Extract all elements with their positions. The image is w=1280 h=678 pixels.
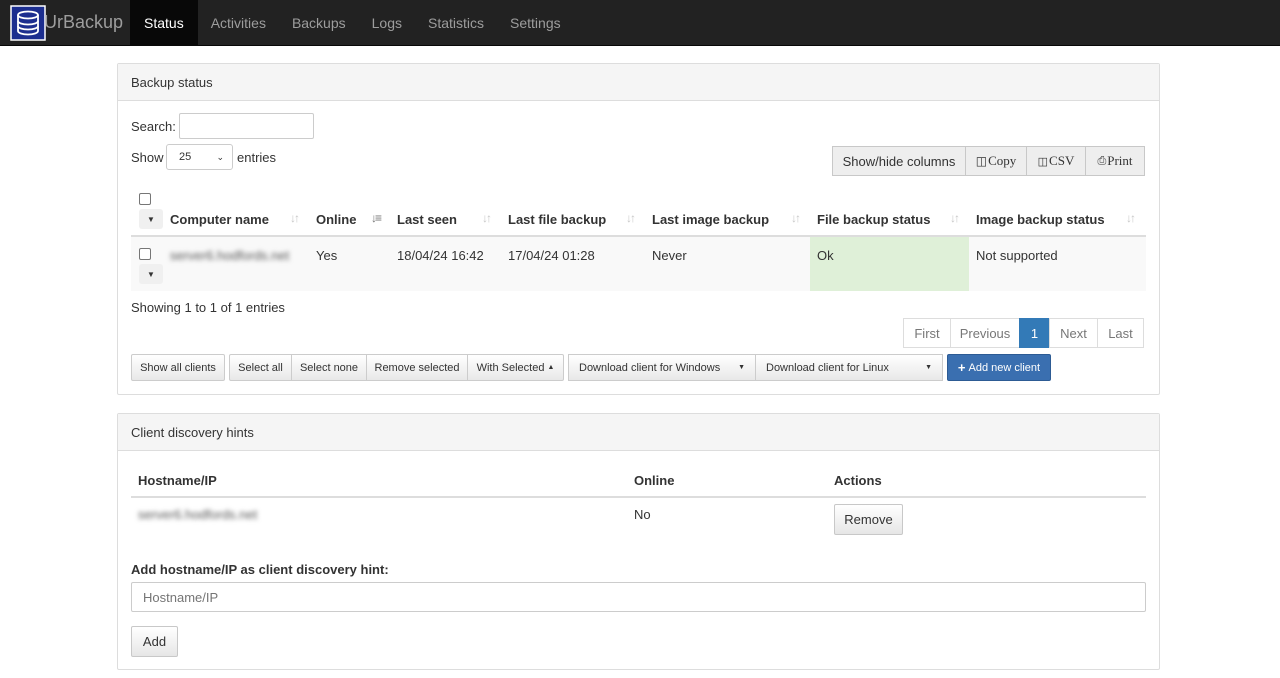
download-windows-dropdown[interactable]: Download client for Windows ▼ — [568, 354, 756, 381]
column-header-last-file-backup[interactable]: Last file backup — [508, 212, 606, 227]
search-label: Search: — [131, 119, 176, 134]
pager-first[interactable]: First — [903, 318, 951, 348]
chevron-down-icon: ⌄ — [216, 151, 224, 162]
table-info: Showing 1 to 1 of 1 entries — [131, 300, 285, 315]
pagination: First Previous 1 Next Last — [903, 318, 1144, 348]
file-backup-status-cell: Ok — [817, 248, 834, 263]
csv-label: CSV — [1049, 153, 1075, 168]
computer-name-cell[interactable]: server6.hodfords.net — [170, 248, 289, 263]
select-all-checkbox[interactable] — [139, 193, 151, 205]
page-length-value: 25 — [179, 151, 192, 163]
sort-icon[interactable]: ↓↑ — [950, 211, 960, 225]
column-header-actions: Actions — [834, 473, 882, 488]
print-label: Print — [1107, 153, 1133, 168]
row-checkbox[interactable] — [139, 248, 151, 260]
row-expand-toggle[interactable]: ▼ — [139, 264, 163, 284]
print-button[interactable]: ⎙ Print — [1085, 146, 1145, 176]
caret-up-icon: ▲ — [547, 364, 555, 371]
panel-title: Backup status — [118, 64, 1159, 101]
nav-statistics[interactable]: Statistics — [415, 0, 497, 45]
nav-settings[interactable]: Settings — [497, 0, 574, 45]
add-hint-button[interactable]: Add — [131, 626, 178, 657]
with-selected-dropdown[interactable]: With Selected ▲ — [467, 354, 564, 381]
sort-icon[interactable]: ↓↑ — [626, 211, 636, 225]
csv-button[interactable]: ◫ CSV — [1026, 146, 1086, 176]
page-length-select[interactable]: 25 ⌄ — [166, 144, 233, 170]
copy-icon: ◫ — [975, 153, 988, 168]
download-linux-label: Download client for Linux — [766, 361, 889, 374]
plus-icon: + — [957, 360, 966, 375]
last-seen-cell: 18/04/24 16:42 — [397, 248, 484, 263]
add-new-client-label: Add new client — [968, 361, 1041, 374]
backup-status-panel: Backup status Search: Show 25 ⌄ entries … — [117, 63, 1160, 395]
panel-title: Client discovery hints — [118, 414, 1159, 451]
client-discovery-panel: Client discovery hints Hostname/IP Onlin… — [117, 413, 1160, 670]
pager-next[interactable]: Next — [1049, 318, 1098, 348]
printer-icon: ⎙ — [1097, 154, 1107, 167]
export-button-group: Show/hide columns ◫ Copy ◫ CSV ⎙ Print — [832, 146, 1145, 176]
brand-name: UrBackup — [44, 12, 124, 32]
caret-down-icon: ▼ — [738, 364, 745, 371]
expand-all-toggle[interactable]: ▼ — [139, 209, 163, 229]
add-hint-label: Add hostname/IP as client discovery hint… — [131, 562, 389, 577]
download-windows-label: Download client for Windows — [579, 361, 721, 374]
hostname-input[interactable] — [131, 582, 1146, 612]
sort-icon[interactable]: ↓↑ — [1126, 211, 1136, 225]
remove-hint-button[interactable]: Remove — [834, 504, 903, 535]
sort-icon[interactable]: ↓↑ — [482, 211, 492, 225]
online-cell: Yes — [316, 248, 338, 263]
image-backup-status-cell: Not supported — [976, 248, 1058, 263]
copy-label: Copy — [988, 153, 1017, 168]
pager-current-page[interactable]: 1 — [1019, 318, 1050, 348]
hint-hostname-cell: server6.hodfords.net — [138, 507, 258, 522]
select-all-button[interactable]: Select all — [229, 354, 292, 381]
sort-desc-icon[interactable]: ↓≡ — [371, 211, 382, 225]
column-header-online[interactable]: Online — [316, 212, 356, 227]
remove-selected-button[interactable]: Remove selected — [366, 354, 468, 381]
sort-icon[interactable]: ↓↑ — [791, 211, 801, 225]
column-header-last-image-backup[interactable]: Last image backup — [652, 212, 769, 227]
column-header-hostname: Hostname/IP — [138, 473, 217, 488]
add-new-client-button[interactable]: + Add new client — [947, 354, 1051, 381]
column-header-online: Online — [634, 473, 675, 488]
show-hide-columns-button[interactable]: Show/hide columns — [832, 146, 966, 176]
top-navbar: UrBackup Status Activities Backups Logs … — [0, 0, 1280, 46]
brand[interactable]: UrBackup — [0, 0, 130, 45]
show-label: Show — [131, 150, 164, 165]
nav-logs[interactable]: Logs — [359, 0, 415, 45]
nav-activities[interactable]: Activities — [198, 0, 279, 45]
download-linux-dropdown[interactable]: Download client for Linux ▼ — [755, 354, 943, 381]
search-input[interactable] — [179, 113, 314, 139]
nav-backups[interactable]: Backups — [279, 0, 359, 45]
show-all-clients-button[interactable]: Show all clients — [131, 354, 225, 381]
entries-label: entries — [237, 150, 277, 165]
pager-previous[interactable]: Previous — [950, 318, 1020, 348]
column-header-computer-name[interactable]: Computer name — [170, 212, 269, 227]
last-file-backup-cell: 17/04/24 01:28 — [508, 248, 595, 263]
column-header-image-backup-status[interactable]: Image backup status — [976, 212, 1105, 227]
select-none-button[interactable]: Select none — [291, 354, 367, 381]
pager-last[interactable]: Last — [1097, 318, 1144, 348]
sort-icon[interactable]: ↓↑ — [290, 211, 300, 225]
file-icon: ◫ — [1037, 155, 1049, 168]
with-selected-label: With Selected — [476, 361, 545, 374]
caret-down-icon: ▼ — [925, 364, 932, 371]
column-header-last-seen[interactable]: Last seen — [397, 212, 457, 227]
column-header-file-backup-status[interactable]: File backup status — [817, 212, 930, 227]
client-actions-toolbar: Show all clients Select all Select none … — [131, 354, 1051, 381]
last-image-backup-cell: Never — [652, 248, 687, 263]
status-ok-cell — [810, 237, 969, 291]
table-header-divider — [131, 496, 1146, 498]
hint-online-cell: No — [634, 507, 651, 522]
nav-status[interactable]: Status — [130, 0, 198, 45]
database-icon — [10, 4, 46, 41]
copy-button[interactable]: ◫ Copy — [965, 146, 1027, 176]
table-row[interactable]: ▼ server6.hodfords.net Yes 18/04/24 16:4… — [131, 237, 1146, 291]
